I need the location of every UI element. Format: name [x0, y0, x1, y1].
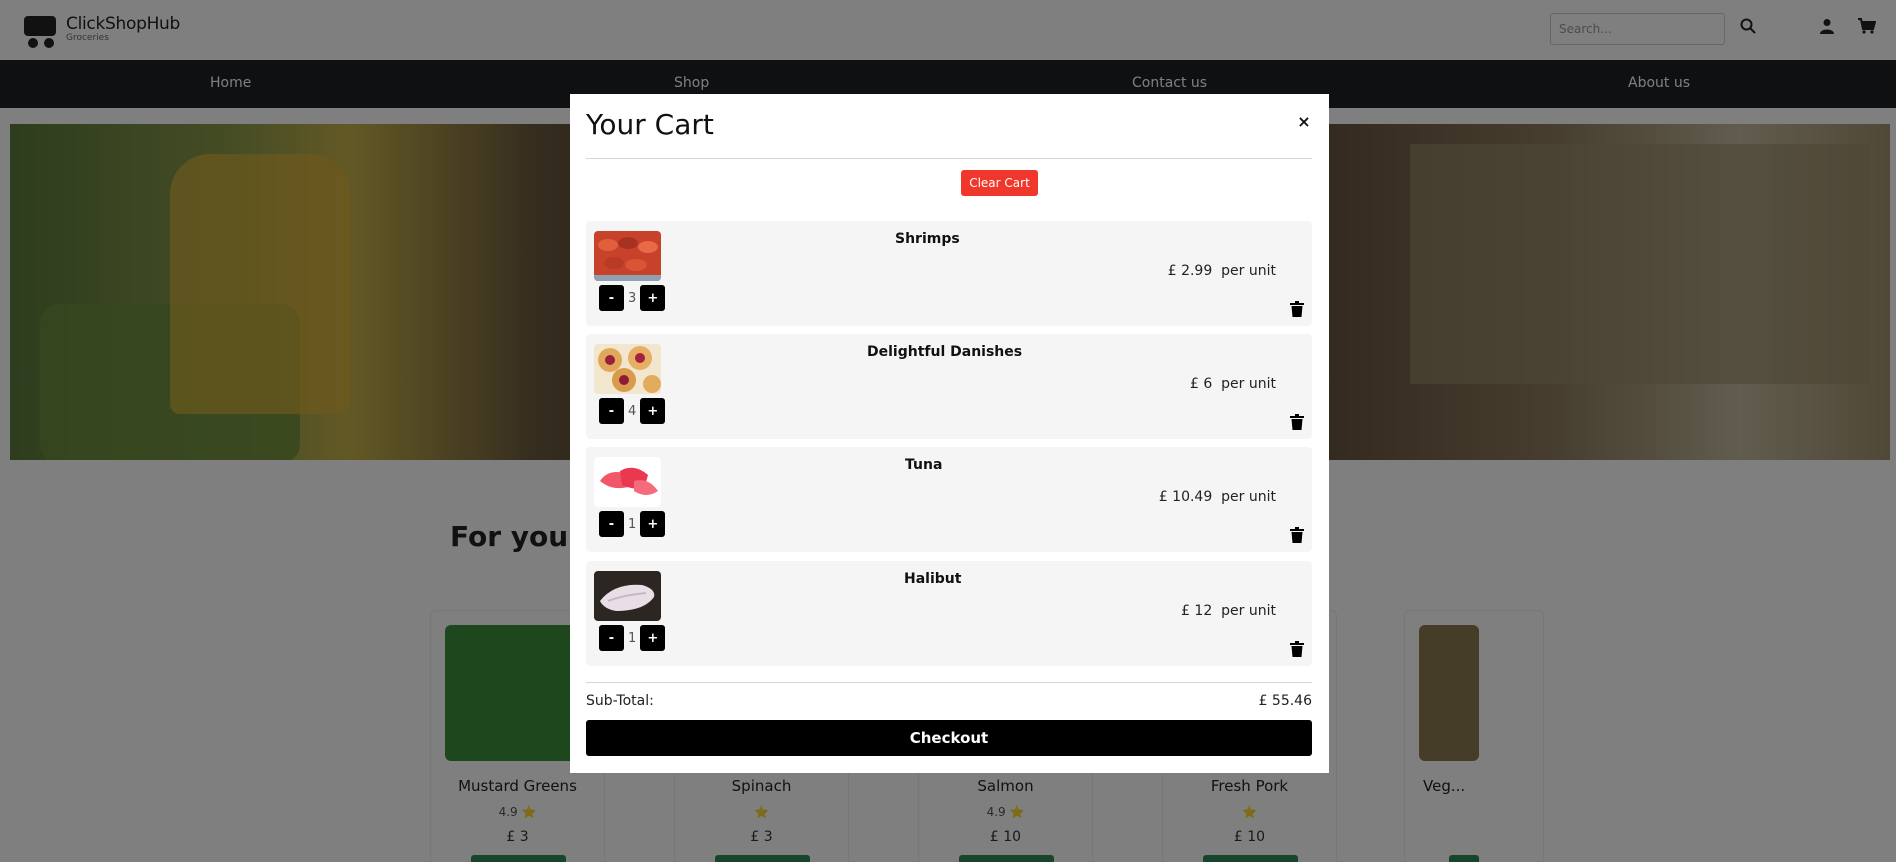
- product-image: [594, 344, 661, 394]
- decrease-quantity-button[interactable]: -: [599, 398, 624, 424]
- trash-icon[interactable]: [1290, 414, 1304, 430]
- divider: [586, 682, 1312, 683]
- item-unit-price: £ 10.49 per unit: [1158, 489, 1276, 505]
- decrease-quantity-button[interactable]: -: [599, 511, 624, 537]
- cart-item: - 3 + Shrimps £ 2.99 per unit: [586, 221, 1312, 326]
- close-icon[interactable]: ×: [1296, 114, 1312, 130]
- subtotal-value: £ 55.46: [1258, 693, 1312, 709]
- divider: [586, 158, 1312, 159]
- trash-icon[interactable]: [1290, 641, 1304, 657]
- item-name: Tuna: [905, 457, 943, 473]
- quantity-stepper: - 1 +: [599, 625, 666, 651]
- item-name: Delightful Danishes: [867, 344, 1023, 360]
- quantity-stepper: - 3 +: [599, 285, 666, 311]
- cart-item: - 1 + Tuna £ 10.49 per unit: [586, 447, 1312, 552]
- quantity-stepper: - 1 +: [599, 511, 666, 537]
- item-name: Halibut: [904, 571, 962, 587]
- checkout-button[interactable]: Checkout: [586, 720, 1312, 756]
- quantity-value: 1: [628, 630, 637, 646]
- subtotal-label: Sub-Total:: [586, 693, 654, 709]
- product-image: [594, 457, 661, 507]
- cart-item: - 4 + Delightful Danishes £ 6 per unit: [586, 334, 1312, 439]
- clear-cart-button[interactable]: Clear Cart: [961, 170, 1038, 196]
- decrease-quantity-button[interactable]: -: [599, 625, 624, 651]
- increase-quantity-button[interactable]: +: [640, 511, 666, 537]
- cart-modal: Your Cart × Clear Cart - 3 + Shrimps £ 2…: [570, 94, 1329, 773]
- item-name: Shrimps: [895, 231, 960, 247]
- increase-quantity-button[interactable]: +: [640, 625, 666, 651]
- trash-icon[interactable]: [1290, 301, 1304, 317]
- quantity-value: 1: [628, 516, 637, 532]
- cart-item: - 1 + Halibut £ 12 per unit: [586, 561, 1312, 666]
- quantity-value: 3: [628, 290, 637, 306]
- product-image: [594, 571, 661, 621]
- quantity-stepper: - 4 +: [599, 398, 666, 424]
- item-unit-price: £ 6 per unit: [1189, 376, 1276, 392]
- decrease-quantity-button[interactable]: -: [599, 285, 624, 311]
- item-unit-price: £ 2.99 per unit: [1167, 263, 1276, 279]
- cart-title: Your Cart: [586, 108, 714, 141]
- quantity-value: 4: [628, 403, 637, 419]
- increase-quantity-button[interactable]: +: [640, 285, 666, 311]
- increase-quantity-button[interactable]: +: [640, 398, 666, 424]
- item-unit-price: £ 12 per unit: [1181, 603, 1276, 619]
- trash-icon[interactable]: [1290, 527, 1304, 543]
- product-image: [594, 231, 661, 281]
